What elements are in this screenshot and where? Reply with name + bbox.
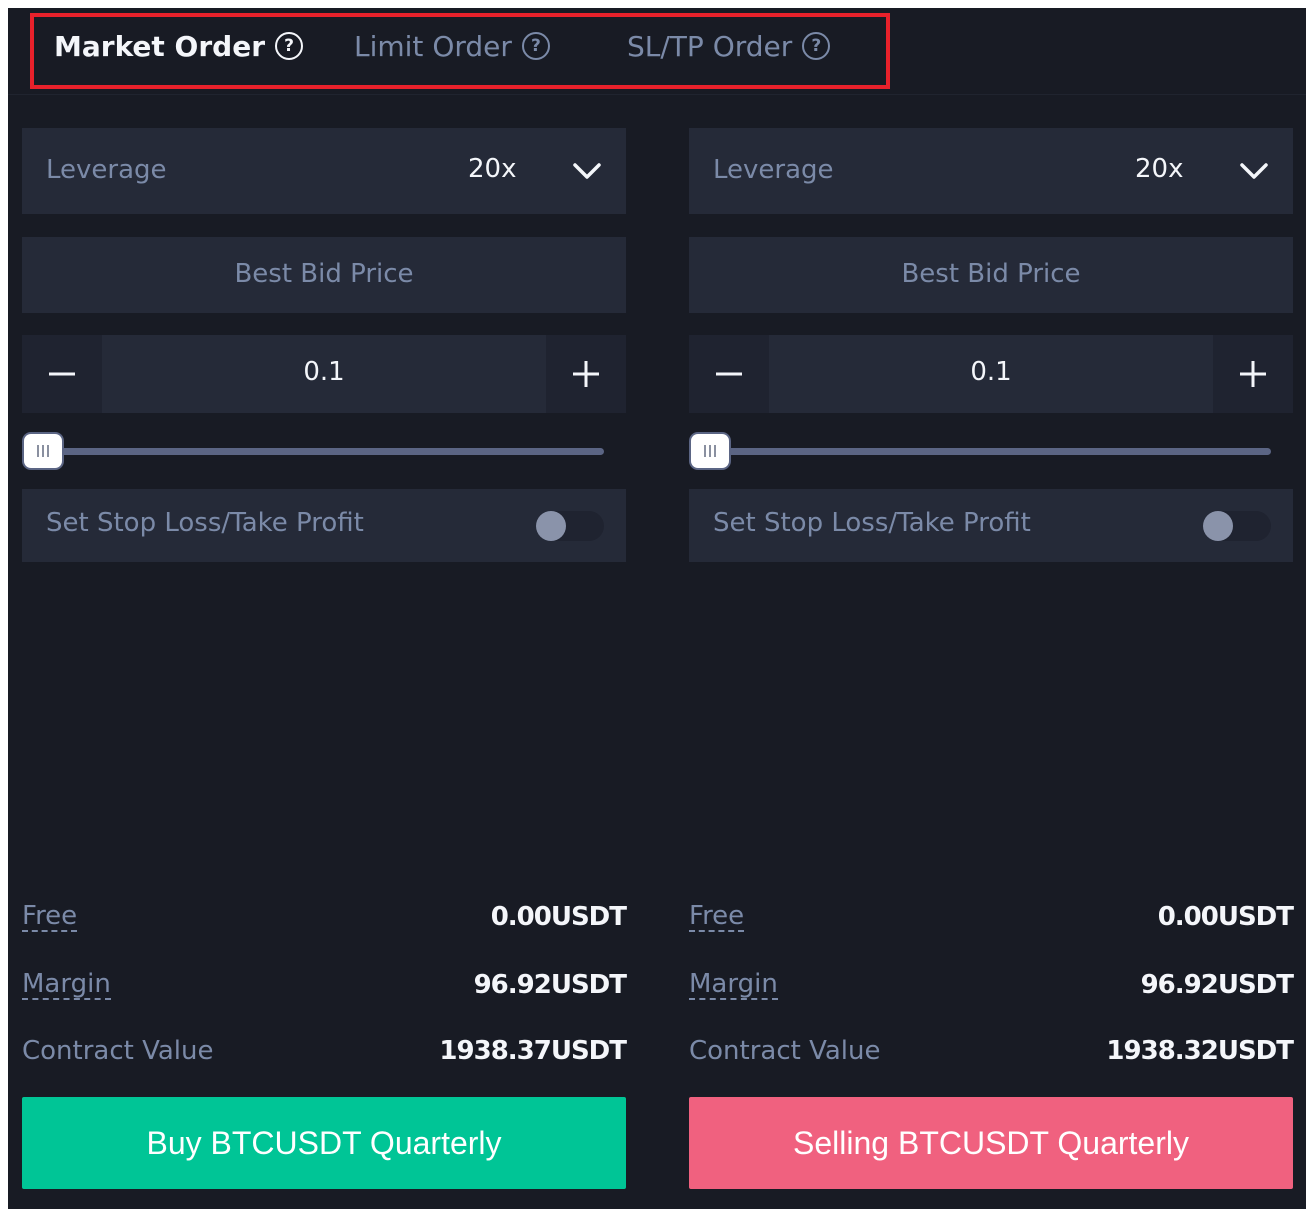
sell-contract-value-row: Contract Value 1938.32USDT xyxy=(689,1032,1294,1072)
slider-thumb[interactable] xyxy=(691,434,729,468)
contract-value-label: Contract Value xyxy=(689,1036,881,1066)
buy-button[interactable]: Buy BTCUSDT Quarterly xyxy=(22,1097,626,1189)
slider-track xyxy=(709,448,1271,455)
buy-contract-value-row: Contract Value 1938.37USDT xyxy=(22,1032,627,1072)
margin-label[interactable]: Margin xyxy=(22,970,111,1000)
chevron-down-icon xyxy=(1240,163,1268,179)
sell-quantity-slider[interactable] xyxy=(689,426,1293,476)
buy-quantity-input[interactable]: 0.1 xyxy=(102,357,546,387)
sell-leverage-select[interactable]: Leverage 20x xyxy=(689,128,1293,214)
sell-quantity-stepper: 0.1 xyxy=(689,335,1293,413)
slider-track xyxy=(42,448,604,455)
buy-leverage-select[interactable]: Leverage 20x xyxy=(22,128,626,214)
toggle-knob xyxy=(536,511,566,541)
sell-column: Leverage 20x Best Bid Price 0.1 Set Stop… xyxy=(689,8,1294,1209)
sell-increment-button[interactable] xyxy=(1213,335,1293,413)
margin-value: 96.92USDT xyxy=(1140,970,1294,1000)
buy-best-bid-price-field[interactable]: Best Bid Price xyxy=(22,237,626,313)
plus-icon xyxy=(573,361,599,387)
buy-column: Leverage 20x Best Bid Price 0.1 Set Stop… xyxy=(22,8,627,1209)
sell-quantity-input[interactable]: 0.1 xyxy=(769,357,1213,387)
sell-best-bid-price-field[interactable]: Best Bid Price xyxy=(689,237,1293,313)
margin-value: 96.92USDT xyxy=(473,970,627,1000)
contract-value: 1938.32USDT xyxy=(1106,1036,1294,1066)
best-bid-price-label: Best Bid Price xyxy=(234,259,414,289)
sell-sltp-toggle[interactable] xyxy=(1203,511,1271,541)
buy-quantity-stepper: 0.1 xyxy=(22,335,626,413)
buy-margin-row: Margin 96.92USDT xyxy=(22,966,627,1006)
best-bid-price-label: Best Bid Price xyxy=(901,259,1081,289)
contract-value: 1938.37USDT xyxy=(439,1036,627,1066)
buy-decrement-button[interactable] xyxy=(22,335,102,413)
sell-free-row: Free 0.00USDT xyxy=(689,898,1294,938)
leverage-value: 20x xyxy=(468,154,517,184)
sell-decrement-button[interactable] xyxy=(689,335,769,413)
sell-sltp-row: Set Stop Loss/Take Profit xyxy=(689,489,1293,562)
leverage-label: Leverage xyxy=(46,155,167,185)
minus-icon xyxy=(49,372,75,376)
buy-increment-button[interactable] xyxy=(546,335,626,413)
slider-thumb[interactable] xyxy=(24,434,62,468)
free-label[interactable]: Free xyxy=(689,902,745,932)
sltp-label: Set Stop Loss/Take Profit xyxy=(46,508,364,538)
free-value: 0.00USDT xyxy=(490,902,627,932)
minus-icon xyxy=(716,372,742,376)
plus-icon xyxy=(1240,361,1266,387)
buy-sltp-toggle[interactable] xyxy=(536,511,604,541)
buy-free-row: Free 0.00USDT xyxy=(22,898,627,938)
leverage-label: Leverage xyxy=(713,155,834,185)
grip-icon xyxy=(37,445,49,457)
leverage-value: 20x xyxy=(1135,154,1184,184)
margin-label[interactable]: Margin xyxy=(689,970,778,1000)
grip-icon xyxy=(704,445,716,457)
toggle-knob xyxy=(1203,511,1233,541)
free-value: 0.00USDT xyxy=(1157,902,1294,932)
free-label[interactable]: Free xyxy=(22,902,78,932)
buy-quantity-slider[interactable] xyxy=(22,426,626,476)
chevron-down-icon xyxy=(573,163,601,179)
order-panel: Market Order ? Limit Order ? SL/TP Order… xyxy=(8,8,1306,1209)
contract-value-label: Contract Value xyxy=(22,1036,214,1066)
buy-sltp-row: Set Stop Loss/Take Profit xyxy=(22,489,626,562)
sell-margin-row: Margin 96.92USDT xyxy=(689,966,1294,1006)
sltp-label: Set Stop Loss/Take Profit xyxy=(713,508,1031,538)
sell-button[interactable]: Selling BTCUSDT Quarterly xyxy=(689,1097,1293,1189)
